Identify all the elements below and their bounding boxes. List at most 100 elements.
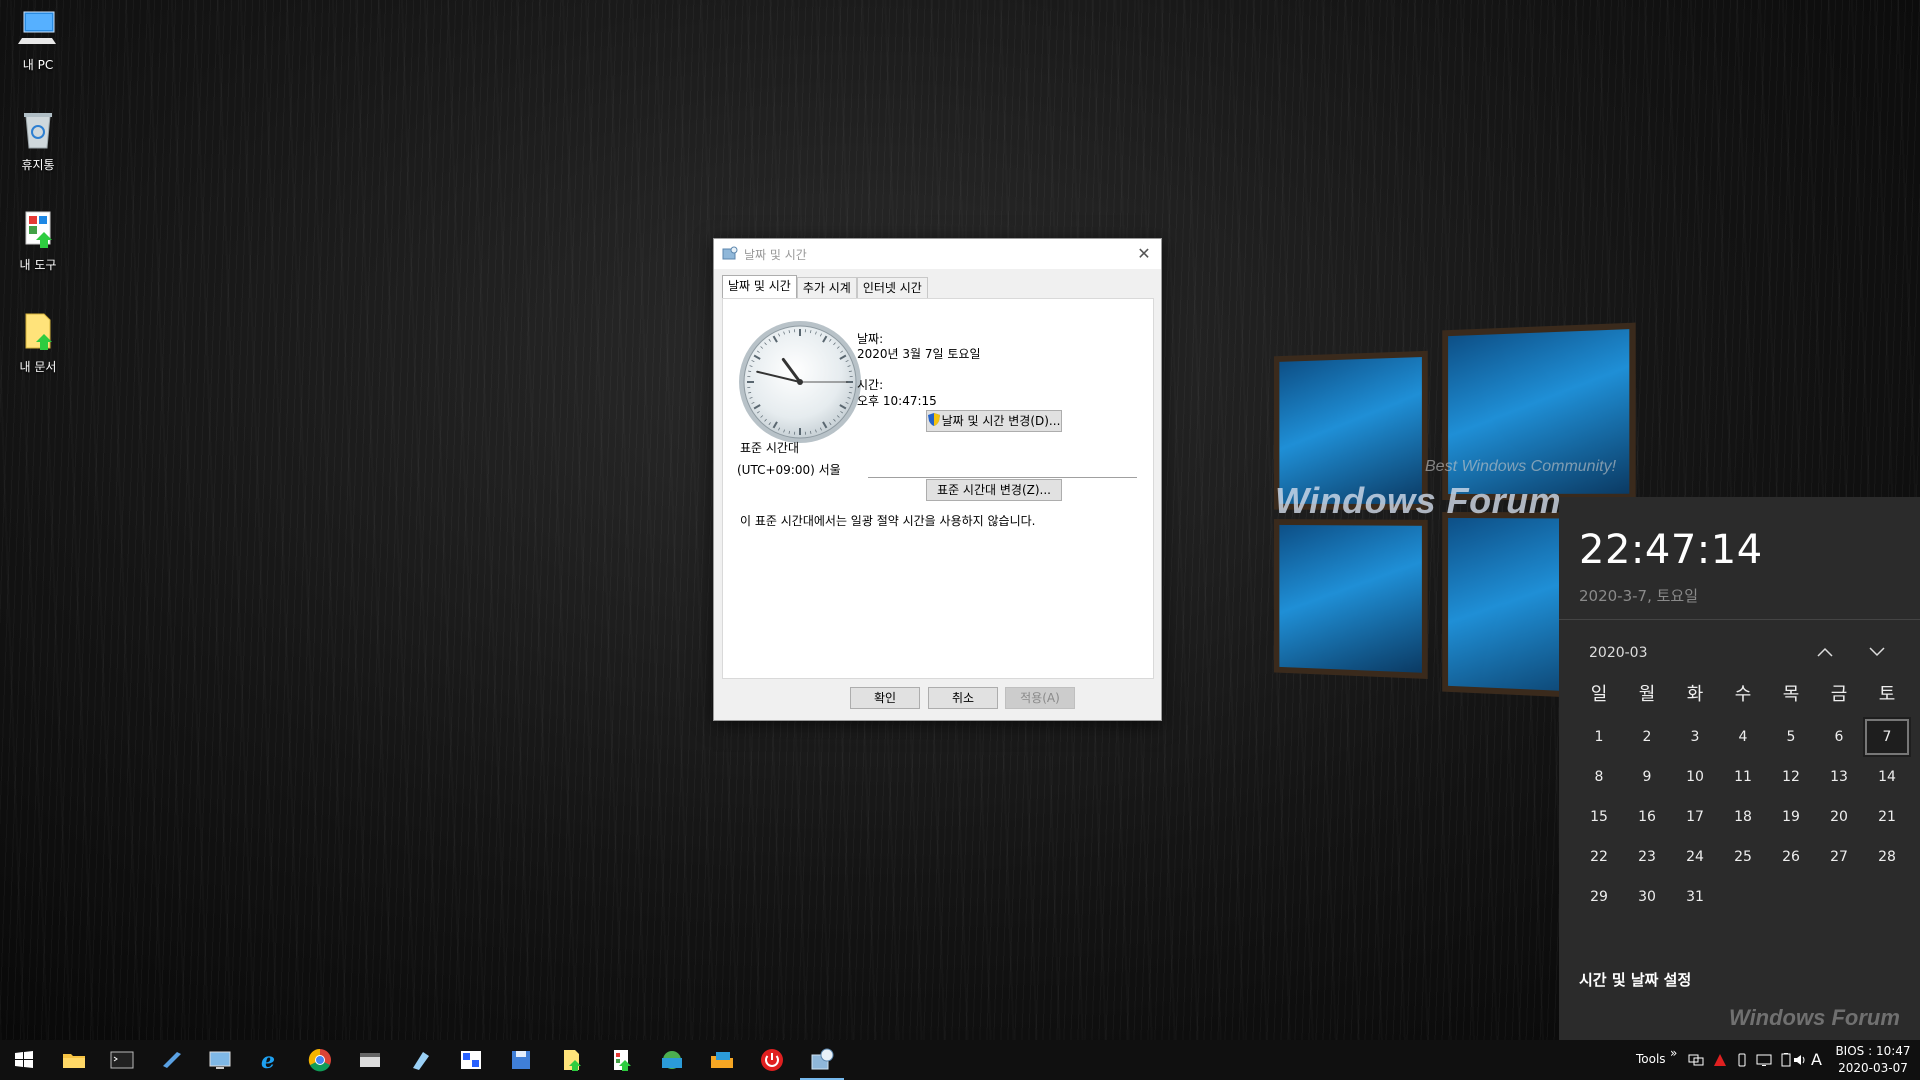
calendar-week-row: 29 30 31 <box>1575 877 1911 917</box>
tab-internet-time[interactable]: 인터넷 시간 <box>856 277 928 299</box>
calendar-month[interactable]: 2020-03 <box>1589 645 1648 661</box>
separator <box>868 477 1137 478</box>
calendar-day[interactable]: 13 <box>1815 757 1863 797</box>
network-icon[interactable] <box>658 1046 686 1074</box>
start-icon[interactable] <box>10 1046 38 1074</box>
desktop-icon-recycle-bin[interactable]: 휴지통 <box>8 108 68 173</box>
change-date-time-button[interactable]: 날짜 및 시간 변경(D)... <box>926 410 1062 432</box>
calendar-day[interactable]: 27 <box>1815 837 1863 877</box>
date-time-dialog: 날짜 및 시간 ✕ 날짜 및 시간 추가 시계 인터넷 시간 날짜: 2020년… <box>713 238 1162 721</box>
display-tray-icon[interactable] <box>1756 1052 1772 1068</box>
tab-panel: 날짜: 2020년 3월 7일 토요일 시간: 오후 10:47:15 날짜 및… <box>722 298 1154 679</box>
calendar-day[interactable]: 4 <box>1719 717 1767 757</box>
registry-editor-icon[interactable] <box>356 1046 384 1074</box>
calendar-day[interactable]: 17 <box>1671 797 1719 837</box>
calendar-day[interactable]: 30 <box>1623 877 1671 917</box>
calendar-day[interactable]: 25 <box>1719 837 1767 877</box>
calendar-day[interactable]: 23 <box>1623 837 1671 877</box>
command-prompt-icon[interactable] <box>108 1046 136 1074</box>
taskbar-clock-line2: 2020-03-07 <box>1838 1061 1908 1075</box>
file-explorer-icon[interactable] <box>60 1046 88 1074</box>
calendar-day[interactable]: 7 <box>1863 717 1911 757</box>
volume-icon[interactable] <box>1792 1052 1808 1068</box>
tray-overflow-chevron[interactable]: » <box>1670 1046 1677 1060</box>
calendar-day[interactable]: 26 <box>1767 837 1815 877</box>
weekday-label: 목 <box>1782 684 1800 705</box>
ime-indicator[interactable]: A <box>1811 1050 1822 1069</box>
cancel-button[interactable]: 취소 <box>928 687 998 709</box>
calendar-day[interactable]: 18 <box>1719 797 1767 837</box>
calendar-day[interactable]: 16 <box>1623 797 1671 837</box>
shutdown-icon[interactable] <box>758 1046 786 1074</box>
taskbar-clock[interactable]: BIOS : 10:47 2020-03-07 <box>1831 1043 1915 1077</box>
calendar-day[interactable]: 15 <box>1575 797 1623 837</box>
calendar-day[interactable]: 14 <box>1863 757 1911 797</box>
weekday-label: 화 <box>1686 684 1704 705</box>
computer-icon <box>18 8 58 52</box>
calendar-day[interactable]: 6 <box>1815 717 1863 757</box>
calendar-day[interactable]: 12 <box>1767 757 1815 797</box>
network-tray-icon[interactable] <box>1688 1052 1704 1068</box>
calendar-weeks: 1 2 3 4 5 6 7 8 9 10 11 12 13 14 15 16 17 18 19 20 21 22 23 24 2… <box>1575 717 1911 917</box>
notepad-icon[interactable] <box>157 1046 185 1074</box>
close-icon[interactable]: ✕ <box>1131 242 1157 266</box>
calendar-week-row: 15 16 17 18 19 20 21 <box>1575 797 1911 837</box>
calendar-day[interactable]: 31 <box>1671 877 1719 917</box>
desktop-icon-my-tools[interactable]: 내 도구 <box>8 208 68 273</box>
tab-date-time[interactable]: 날짜 및 시간 <box>722 275 797 299</box>
calendar-day[interactable]: 29 <box>1575 877 1623 917</box>
date-time-icon[interactable] <box>800 1046 844 1080</box>
calendar-day[interactable]: 2 <box>1623 717 1671 757</box>
timezone-label: 표준 시간대 <box>740 441 800 455</box>
desktop-icon-my-documents[interactable]: 내 문서 <box>8 310 68 375</box>
calendar-day[interactable]: 22 <box>1575 837 1623 877</box>
calendar-week-row: 8 9 10 11 12 13 14 <box>1575 757 1911 797</box>
calendar-day[interactable]: 5 <box>1767 717 1815 757</box>
date-time-settings-link[interactable]: 시간 및 날짜 설정 <box>1579 969 1691 990</box>
chrome-icon[interactable] <box>306 1046 334 1074</box>
snipping-tool-icon[interactable] <box>457 1046 485 1074</box>
taskbar: e Tools » A BIOS: 10:47 2020-03-07 <box>0 1040 1920 1080</box>
folder-sync-icon[interactable] <box>708 1046 736 1074</box>
calendar-week-row: 22 23 24 25 26 27 28 <box>1575 837 1911 877</box>
usb-tray-icon[interactable] <box>1734 1052 1750 1068</box>
flyout-date[interactable]: 2020-3-7, 토요일 <box>1579 585 1698 606</box>
calendar-day[interactable]: 20 <box>1815 797 1863 837</box>
desktop-icon-my-pc[interactable]: 내 PC <box>8 8 68 73</box>
calendar-day[interactable]: 19 <box>1767 797 1815 837</box>
paint-icon[interactable] <box>407 1046 435 1074</box>
calendar-day[interactable]: 28 <box>1863 837 1911 877</box>
dialog-titlebar[interactable]: 날짜 및 시간 ✕ <box>714 239 1161 269</box>
calendar-day[interactable]: 1 <box>1575 717 1623 757</box>
weekday-label: 수 <box>1734 684 1752 705</box>
tray-tools-label[interactable]: Tools <box>1636 1052 1666 1066</box>
chevron-down-icon[interactable] <box>1865 641 1889 665</box>
desktop-icon-label: 내 문서 <box>19 360 57 374</box>
documents-icon[interactable] <box>557 1046 585 1074</box>
internet-explorer-icon[interactable]: e <box>256 1046 284 1074</box>
calendar-empty-cell <box>1863 877 1911 917</box>
app-tray-icon[interactable] <box>1712 1052 1728 1068</box>
calendar-day[interactable]: 21 <box>1863 797 1911 837</box>
calendar-flyout: 22:47:14 2020-3-7, 토요일 2020-03 일 월 화 수 목… <box>1559 497 1920 1040</box>
change-timezone-button[interactable]: 표준 시간대 변경(Z)... <box>926 479 1062 501</box>
calendar-day[interactable]: 11 <box>1719 757 1767 797</box>
ok-button[interactable]: 확인 <box>850 687 920 709</box>
chevron-up-icon[interactable] <box>1813 641 1837 665</box>
remote-desktop-icon[interactable] <box>206 1046 234 1074</box>
calendar-day[interactable]: 3 <box>1671 717 1719 757</box>
calendar-day[interactable]: 24 <box>1671 837 1719 877</box>
tab-additional-clocks[interactable]: 추가 시계 <box>796 277 857 299</box>
save-icon[interactable] <box>507 1046 535 1074</box>
tools-icon[interactable] <box>607 1046 635 1074</box>
calendar-day[interactable]: 10 <box>1671 757 1719 797</box>
dst-note: 이 표준 시간대에서는 일광 절약 시간을 사용하지 않습니다. <box>740 514 1036 528</box>
apply-button[interactable]: 적용(A) <box>1005 687 1075 709</box>
change-date-time-label: 날짜 및 시간 변경(D)... <box>941 414 1061 428</box>
recycle-bin-icon <box>18 108 58 152</box>
analog-clock <box>739 321 861 443</box>
tools-folder-icon <box>18 208 58 252</box>
calendar-day[interactable]: 8 <box>1575 757 1623 797</box>
calendar-empty-cell <box>1767 877 1815 917</box>
calendar-day[interactable]: 9 <box>1623 757 1671 797</box>
